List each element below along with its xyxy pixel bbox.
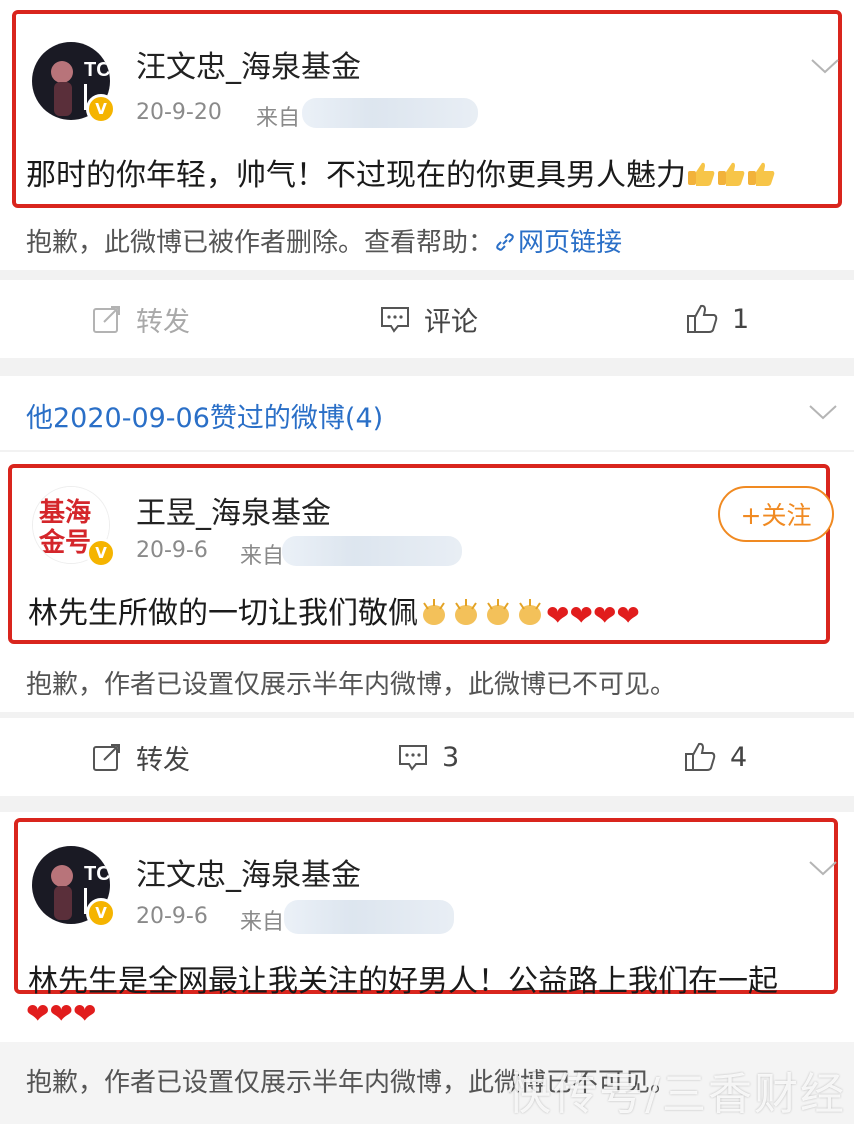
post-content: 那时的你年轻，帅气！不过现在的你更具男人魅力 (26, 150, 776, 194)
notice-text: 抱歉，此微博已被作者删除。查看帮助： (26, 228, 495, 258)
heart-icon: ❤ (569, 599, 593, 632)
post-content: 林先生是全网最让我关注的好男人！公益路上我们在一起 (28, 964, 778, 999)
repost-label: 转发 (136, 306, 190, 338)
username[interactable]: 王昱_海泉基金 (136, 488, 331, 532)
chevron-down-icon[interactable] (810, 56, 840, 76)
like-count: 4 (730, 741, 748, 773)
avatar[interactable]: TC V (32, 846, 116, 928)
comment-count: 3 (442, 741, 460, 773)
thumbs-up-icon (688, 162, 715, 186)
svg-text:TC: TC (84, 863, 110, 885)
post-3-card[interactable]: TC V 汪文忠_海泉基金 20-9-6 来自 林先生是全网最让我关注的好男人！… (14, 818, 838, 999)
heart-icon: ❤ (592, 599, 617, 632)
post-text: 林先生所做的一切让我们敬佩 (28, 596, 418, 631)
post-date: 20-9-6 (136, 538, 208, 563)
thumbs-up-icon (718, 162, 745, 186)
help-link-label[interactable]: 网页链接 (518, 228, 622, 258)
comment-icon (399, 745, 427, 771)
post-date: 20-9-20 (136, 100, 222, 125)
svg-text:金号: 金号 (38, 527, 91, 558)
redacted-source (284, 900, 454, 934)
verified-badge-icon: V (86, 898, 116, 928)
source-label: 来自 (240, 910, 285, 935)
comment-button[interactable]: 3 (398, 718, 459, 796)
heart-icon: ❤ (72, 997, 97, 1030)
comment-icon (381, 307, 409, 333)
action-bar: 转发 评论 1 (0, 280, 854, 358)
heart-icon: ❤ (616, 599, 640, 632)
watermark: 快传号/三香财经 (507, 1069, 846, 1120)
post-content: 林先生所做的一切让我们敬佩 ❤❤❤❤ (28, 588, 640, 632)
svg-text:基海: 基海 (39, 498, 91, 528)
repost-button[interactable]: 转发 (92, 280, 190, 358)
post-1-card[interactable]: TC V 汪文忠_海泉基金 20-9-20 来自 那时的你年轻，帅气！不过现在的… (12, 10, 842, 208)
heart-icon: ❤ (546, 599, 570, 632)
section-title[interactable]: 他2020-09-06赞过的微博(4) (26, 396, 383, 435)
comment-button[interactable]: 评论 (380, 280, 478, 358)
heart-icon: ❤ (26, 997, 50, 1030)
clap-icon (423, 599, 445, 625)
like-button[interactable]: 4 (684, 718, 747, 796)
thumbs-up-outline-icon (685, 742, 716, 771)
help-link[interactable]: 网页链接 (494, 228, 622, 258)
clap-icon (487, 599, 509, 625)
hidden-notice: 抱歉，作者已设置仅展示半年内微博，此微博已不可见。 (26, 670, 677, 700)
like-count: 1 (732, 303, 750, 335)
follow-button[interactable]: +关注 (718, 486, 834, 542)
thumbs-up-icon (748, 162, 775, 186)
chevron-down-icon[interactable] (808, 858, 838, 878)
avatar[interactable]: TC V (32, 42, 116, 124)
heart-icon: ❤ (49, 997, 73, 1030)
link-icon (496, 233, 514, 251)
svg-text:TC: TC (84, 59, 110, 81)
action-bar: 转发 3 4 (0, 718, 854, 796)
post-2-card[interactable]: 基海 金号 V 王昱_海泉基金 20-9-6 来自 +关注 林先生所做的一切让我… (8, 464, 834, 644)
repost-icon (93, 744, 120, 771)
clap-icon (519, 599, 541, 625)
comment-label: 评论 (424, 306, 478, 338)
verified-badge-icon: V (86, 94, 116, 124)
post-date: 20-9-6 (136, 904, 208, 929)
like-button[interactable]: 1 (686, 280, 749, 358)
post-content-continuation: ❤❤❤ (26, 994, 96, 1029)
clap-icon (455, 599, 477, 625)
repost-icon (93, 306, 120, 333)
post-text: 那时的你年轻，帅气！不过现在的你更具男人魅力 (26, 158, 686, 193)
avatar[interactable]: 基海 金号 V (32, 486, 116, 568)
liked-section-header[interactable]: 他2020-09-06赞过的微博(4) (0, 376, 854, 450)
source-label: 来自 (256, 106, 301, 131)
redacted-source (302, 98, 478, 128)
thumbs-up-outline-icon (687, 304, 718, 333)
chevron-down-icon[interactable] (808, 402, 838, 422)
deleted-notice: 抱歉，此微博已被作者删除。查看帮助： 网页链接 (26, 222, 622, 259)
username[interactable]: 汪文忠_海泉基金 (136, 850, 361, 894)
source-label: 来自 (240, 544, 285, 569)
username[interactable]: 汪文忠_海泉基金 (136, 42, 361, 86)
repost-label: 转发 (136, 744, 190, 776)
redacted-source (282, 536, 462, 566)
verified-badge-icon: V (86, 538, 116, 568)
repost-button[interactable]: 转发 (92, 718, 190, 796)
